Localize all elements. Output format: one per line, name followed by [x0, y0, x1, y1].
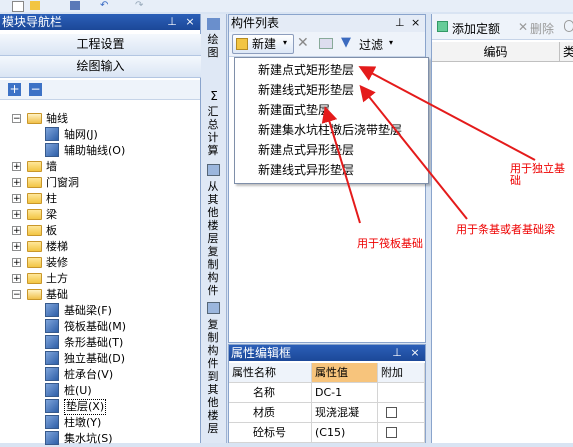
annotation-raft: 用于筏板基础 [357, 237, 423, 250]
arrow-to-surface [321, 106, 361, 224]
annotation-isolated-2: 础 [510, 174, 521, 187]
arrow-to-point-rect [358, 66, 536, 161]
arrow-to-line-rect [359, 84, 468, 220]
annotation-strip: 用于条基或者基础梁 [456, 223, 555, 236]
